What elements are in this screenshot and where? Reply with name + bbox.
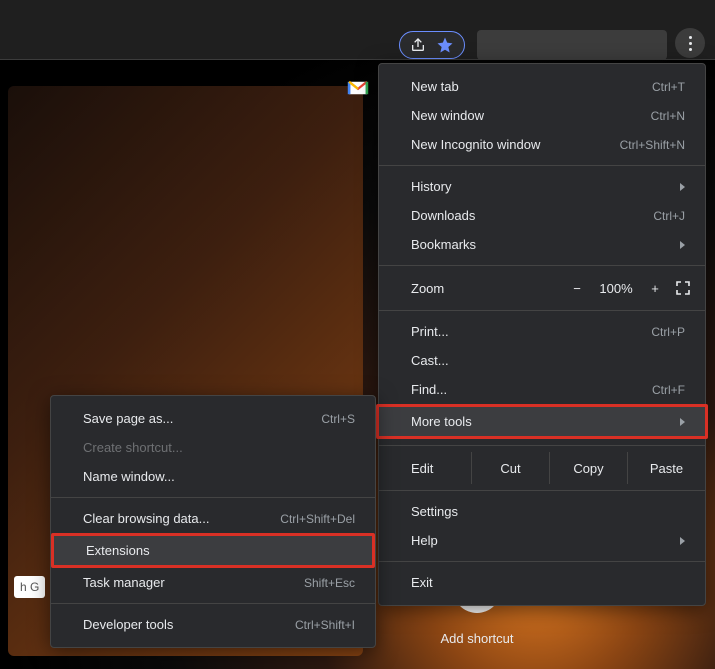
overflow-menu-button[interactable] — [675, 28, 705, 58]
chevron-right-icon — [680, 241, 685, 249]
bookmark-star-icon[interactable] — [436, 36, 454, 54]
menu-new-tab[interactable]: New tab Ctrl+T — [379, 72, 705, 101]
menu-history[interactable]: History — [379, 172, 705, 201]
menu-label: Clear browsing data... — [83, 511, 209, 526]
menu-label: More tools — [411, 414, 472, 429]
submenu-dev-tools[interactable]: Developer tools Ctrl+Shift+I — [51, 610, 375, 639]
menu-shortcut: Ctrl+P — [651, 325, 685, 339]
menu-shortcut: Shift+Esc — [304, 576, 355, 590]
menu-label: Help — [411, 533, 438, 548]
menu-label: Bookmarks — [411, 237, 476, 252]
submenu-task-manager[interactable]: Task manager Shift+Esc — [51, 568, 375, 597]
menu-label: Developer tools — [83, 617, 173, 632]
menu-label: Task manager — [83, 575, 165, 590]
menu-help[interactable]: Help — [379, 526, 705, 555]
menu-label: New Incognito window — [411, 137, 540, 152]
menu-separator — [379, 561, 705, 562]
menu-shortcut: Ctrl+Shift+N — [620, 138, 685, 152]
menu-shortcut: Ctrl+T — [652, 80, 685, 94]
more-tools-submenu: Save page as... Ctrl+S Create shortcut..… — [50, 395, 376, 648]
menu-shortcut: Ctrl+F — [652, 383, 685, 397]
edit-copy-button[interactable]: Copy — [549, 452, 627, 484]
menu-separator — [379, 490, 705, 491]
menu-separator — [379, 310, 705, 311]
submenu-name-window[interactable]: Name window... — [51, 462, 375, 491]
menu-label: New window — [411, 108, 484, 123]
submenu-extensions[interactable]: Extensions — [54, 536, 372, 565]
gmail-icon[interactable] — [346, 80, 370, 96]
menu-separator — [51, 603, 375, 604]
shortcut-label: Add shortcut — [441, 631, 514, 646]
menu-exit[interactable]: Exit — [379, 568, 705, 597]
menu-downloads[interactable]: Downloads Ctrl+J — [379, 201, 705, 230]
menu-label: New tab — [411, 79, 459, 94]
profile-placeholder — [477, 30, 667, 60]
menu-bookmarks[interactable]: Bookmarks — [379, 230, 705, 259]
menu-separator — [379, 165, 705, 166]
annotation-highlight: More tools — [376, 404, 708, 439]
chevron-right-icon — [680, 537, 685, 545]
zoom-percent: 100% — [591, 281, 641, 296]
menu-zoom: Zoom − 100% + — [379, 272, 705, 304]
overflow-menu: New tab Ctrl+T New window Ctrl+N New Inc… — [378, 63, 706, 606]
bookmark-pill[interactable] — [399, 31, 465, 59]
menu-label: Cast... — [411, 353, 449, 368]
share-icon[interactable] — [410, 37, 426, 53]
menu-label: Downloads — [411, 208, 475, 223]
edit-paste-button[interactable]: Paste — [627, 452, 705, 484]
menu-separator — [51, 497, 375, 498]
chevron-right-icon — [680, 418, 685, 426]
menu-label: Extensions — [86, 543, 150, 558]
menu-label: Print... — [411, 324, 449, 339]
menu-shortcut: Ctrl+J — [653, 209, 685, 223]
menu-label: Edit — [411, 461, 471, 476]
menu-cast[interactable]: Cast... — [379, 346, 705, 375]
chevron-right-icon — [680, 183, 685, 191]
menu-separator — [379, 445, 705, 446]
annotation-highlight: Extensions — [51, 533, 375, 568]
menu-settings[interactable]: Settings — [379, 497, 705, 526]
menu-label: Zoom — [411, 281, 563, 296]
menu-print[interactable]: Print... Ctrl+P — [379, 317, 705, 346]
menu-label: Settings — [411, 504, 458, 519]
menu-new-window[interactable]: New window Ctrl+N — [379, 101, 705, 130]
submenu-clear-data[interactable]: Clear browsing data... Ctrl+Shift+Del — [51, 504, 375, 533]
menu-find[interactable]: Find... Ctrl+F — [379, 375, 705, 404]
zoom-out-button[interactable]: − — [563, 281, 591, 296]
menu-label: Save page as... — [83, 411, 173, 426]
menu-label: Create shortcut... — [83, 440, 183, 455]
menu-edit-row: Edit Cut Copy Paste — [379, 452, 705, 484]
fullscreen-icon[interactable] — [675, 280, 691, 296]
menu-label: Exit — [411, 575, 433, 590]
edit-cut-button[interactable]: Cut — [471, 452, 549, 484]
zoom-in-button[interactable]: + — [641, 281, 669, 296]
submenu-save-page[interactable]: Save page as... Ctrl+S — [51, 404, 375, 433]
menu-shortcut: Ctrl+S — [321, 412, 355, 426]
menu-shortcut: Ctrl+N — [651, 109, 685, 123]
menu-label: Find... — [411, 382, 447, 397]
menu-separator — [379, 265, 705, 266]
menu-shortcut: Ctrl+Shift+Del — [280, 512, 355, 526]
menu-new-incognito[interactable]: New Incognito window Ctrl+Shift+N — [379, 130, 705, 159]
submenu-create-shortcut: Create shortcut... — [51, 433, 375, 462]
menu-label: Name window... — [83, 469, 175, 484]
kebab-icon — [689, 36, 692, 51]
menu-shortcut: Ctrl+Shift+I — [295, 618, 355, 632]
menu-more-tools[interactable]: More tools — [379, 407, 705, 436]
menu-label: History — [411, 179, 451, 194]
browser-toolbar — [0, 0, 715, 60]
